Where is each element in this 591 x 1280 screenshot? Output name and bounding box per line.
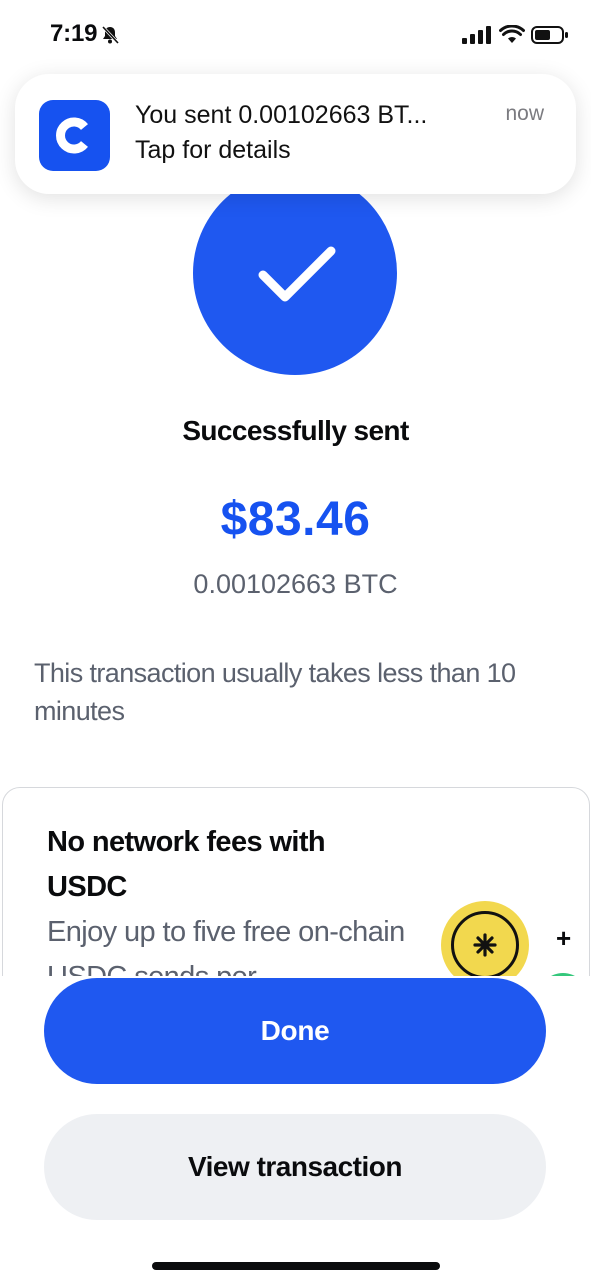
status-bar: 7:19 [0, 0, 591, 70]
bell-slash-icon [101, 25, 120, 45]
plus-icon: + [556, 923, 572, 953]
view-transaction-button[interactable]: View transaction [44, 1114, 546, 1220]
success-check-circle [193, 171, 397, 375]
amount-btc: 0.00102663 BTC [193, 569, 398, 599]
status-time: 7:19 [50, 20, 98, 47]
amount-usd: $83.46 [220, 493, 371, 546]
notification-title: You sent 0.00102663 BT... [135, 101, 428, 129]
wifi-icon [499, 25, 525, 43]
done-button[interactable]: Done [44, 978, 546, 1084]
battery-icon [531, 26, 568, 44]
push-notification[interactable]: You sent 0.00102663 BT... Tap for detail… [15, 74, 576, 194]
eta-text: This transaction usually takes less than… [34, 658, 516, 726]
success-title: Successfully sent [182, 415, 409, 446]
notification-time: now [505, 102, 544, 125]
checkmark-icon [258, 246, 336, 302]
coinbase-logo-icon [39, 100, 110, 171]
cellular-signal-icon [462, 26, 491, 44]
notification-subtitle: Tap for details [135, 136, 291, 164]
promo-title: No network fees with USDC [47, 826, 326, 903]
home-indicator[interactable] [152, 1262, 440, 1270]
